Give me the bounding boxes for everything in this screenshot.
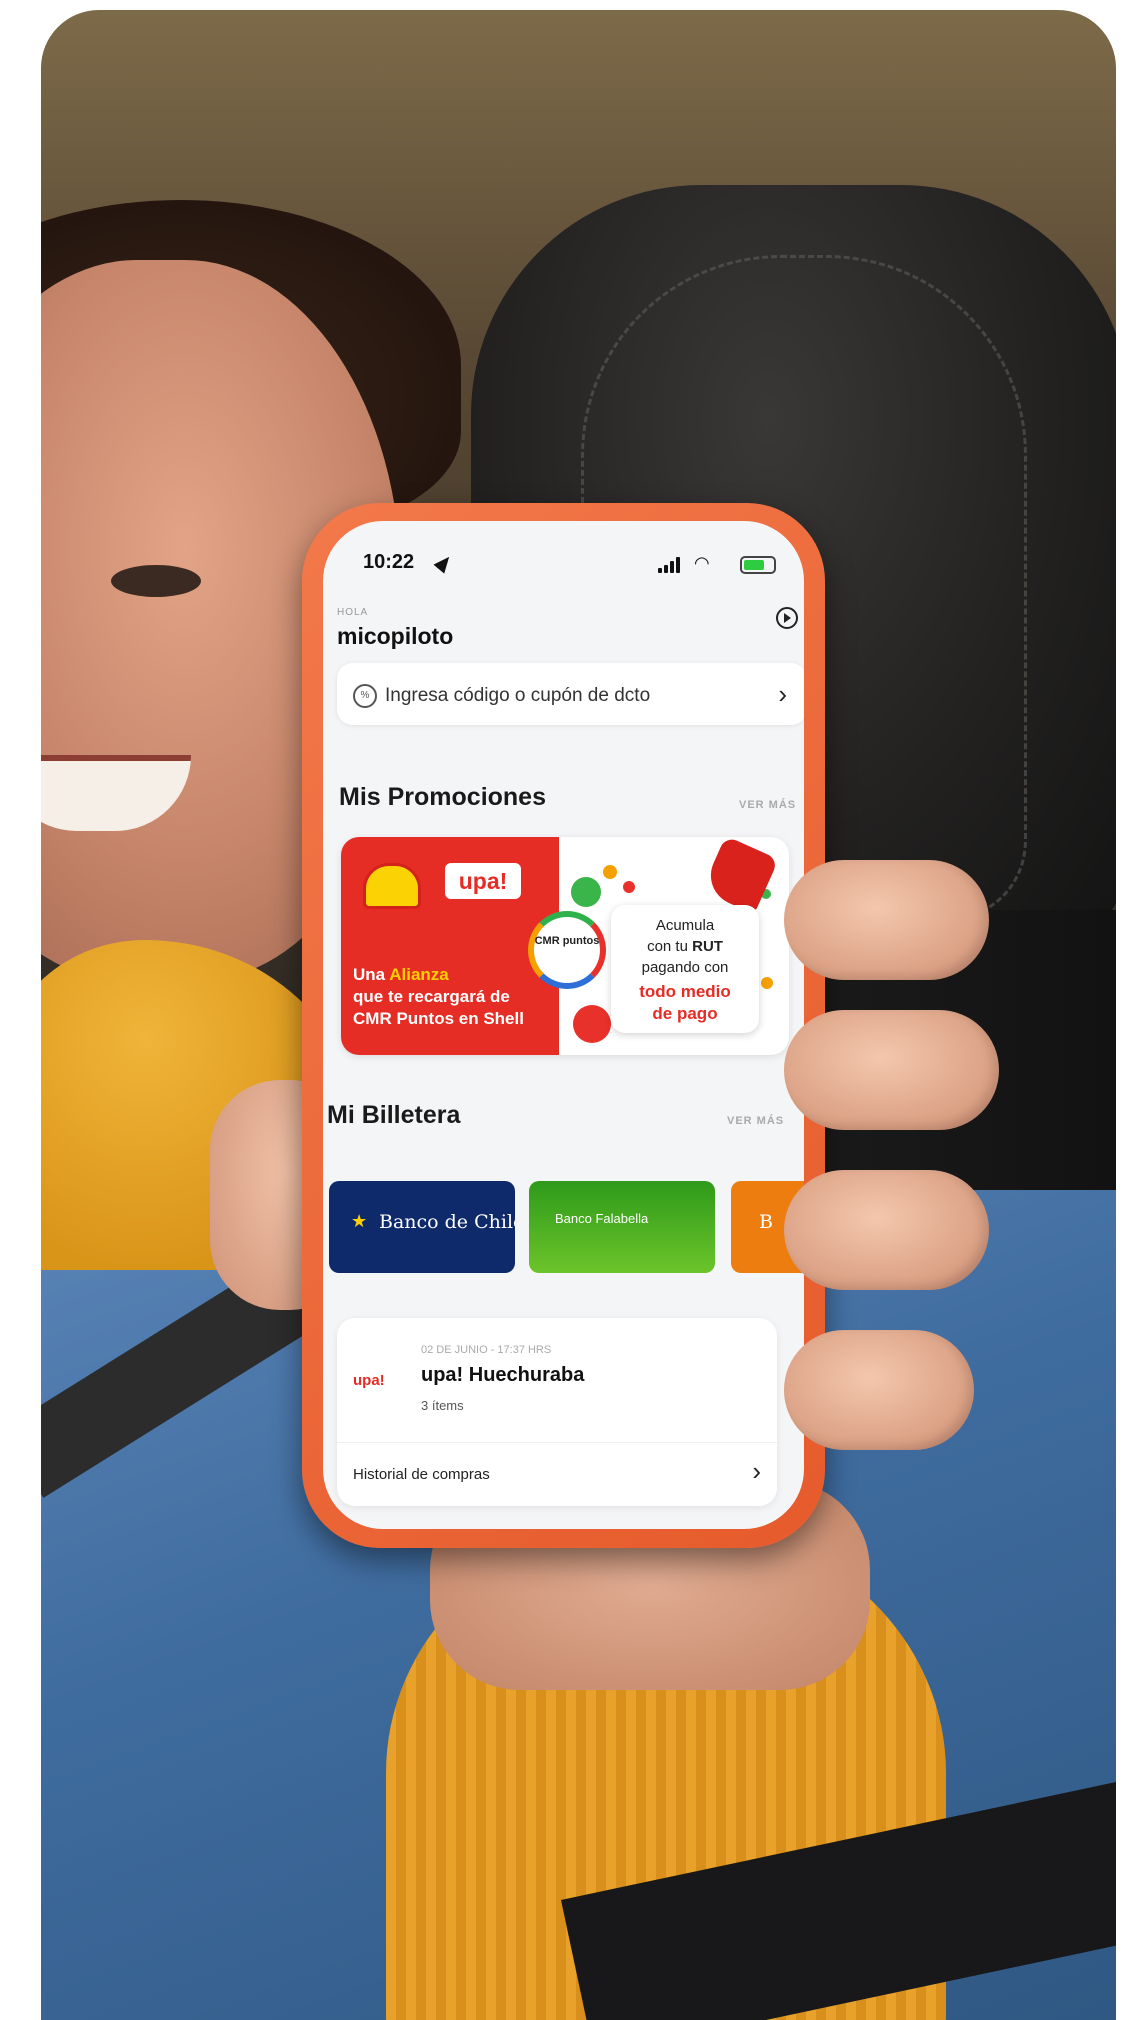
fingers	[784, 860, 1014, 1480]
promotions-title: Mis Promociones	[339, 783, 546, 811]
divider	[337, 1442, 777, 1443]
promo-banner[interactable]: upa! Una Alianza que te recargará de CMR…	[341, 837, 789, 1055]
purchase-store: upa! Huechuraba	[421, 1364, 585, 1386]
last-purchase-card[interactable]: upa! 02 DE JUNIO - 17:37 HRS upa! Huechu…	[337, 1318, 777, 1506]
wallet-title: Mi Billetera	[327, 1101, 461, 1129]
promo-line-1: Una Alianza	[353, 965, 449, 984]
user-name: micopiloto	[337, 623, 454, 649]
decor-dot	[623, 881, 635, 893]
decor-dot	[761, 977, 773, 989]
cmr-puntos-logo: CMR puntos	[528, 911, 606, 989]
app-screen: 10:22 ◠ HOLA micopiloto % Ingresa código…	[323, 521, 804, 1529]
shell-logo-icon	[363, 863, 421, 909]
promotions-see-more[interactable]: VER MÁS	[739, 799, 796, 811]
upa-logo: upa!	[353, 1372, 385, 1389]
smartphone: 10:22 ◠ HOLA micopiloto % Ingresa código…	[302, 503, 825, 1548]
card-label: B	[759, 1211, 773, 1233]
promo-red-panel: upa! Una Alianza que te recargará de CMR…	[341, 837, 559, 1055]
status-bar: 10:22 ◠	[363, 551, 776, 581]
decor-dot	[573, 1005, 611, 1043]
chevron-right-icon: ›	[778, 679, 787, 709]
purchase-history-link[interactable]: Historial de compras	[353, 1466, 490, 1483]
person-eye	[111, 565, 201, 597]
star-icon: ★	[351, 1211, 368, 1231]
wallet-see-more[interactable]: VER MÁS	[727, 1115, 784, 1127]
decor-dot	[603, 865, 617, 879]
greeting-label: HOLA	[337, 607, 369, 618]
wifi-icon: ◠	[694, 553, 710, 573]
logout-icon[interactable]	[776, 607, 798, 629]
coupon-input[interactable]: % Ingresa código o cupón de dcto ›	[337, 663, 804, 725]
status-time: 10:22	[363, 551, 415, 573]
percent-icon: %	[353, 684, 377, 708]
promo-info-card: Acumula con tu RUT pagando con todo medi…	[611, 905, 759, 1033]
signal-icon	[658, 557, 684, 573]
promo-line-2: que te recargará de	[353, 987, 510, 1006]
decor-dot	[571, 877, 601, 907]
upa-logo: upa!	[445, 863, 521, 899]
fuel-nozzle-icon	[701, 837, 779, 915]
card-label: Banco de Chile	[379, 1211, 515, 1233]
coupon-text: Ingresa código o cupón de dcto	[385, 685, 651, 706]
wallet-card-banco-chile[interactable]: ★ Banco de Chile	[329, 1181, 515, 1273]
card-label: Banco Falabella	[555, 1211, 649, 1226]
location-arrow-icon	[433, 552, 455, 574]
purchase-items: 3 ítems	[421, 1398, 464, 1413]
battery-icon	[740, 556, 776, 574]
promo-line-3: CMR Puntos en Shell	[353, 1009, 524, 1028]
wallet-card-banco-falabella[interactable]: Banco Falabella	[529, 1181, 715, 1273]
purchase-date: 02 DE JUNIO - 17:37 HRS	[421, 1344, 552, 1356]
chevron-right-icon: ›	[752, 1456, 761, 1486]
